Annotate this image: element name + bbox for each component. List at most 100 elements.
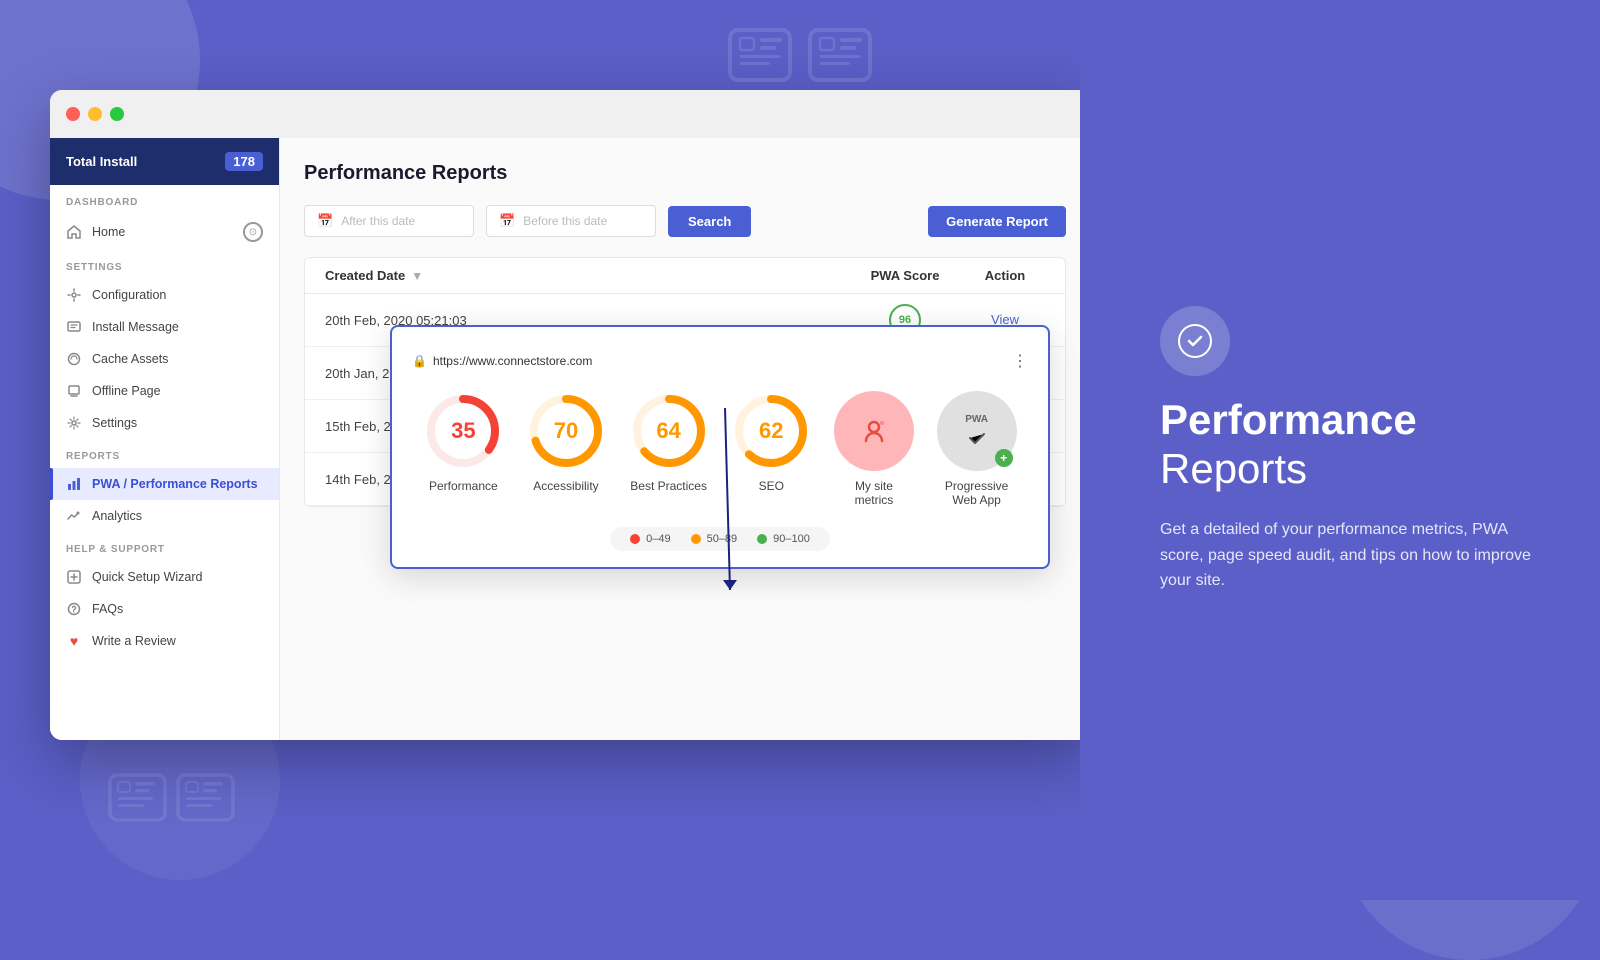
window-maximize-dot[interactable] <box>110 107 124 121</box>
best-practices-label: Best Practices <box>630 479 707 493</box>
settings-icon <box>66 415 82 431</box>
popup-url-text: https://www.connectstore.com <box>433 354 592 368</box>
performance-circle: 35 <box>423 391 503 471</box>
faq-icon <box>66 601 82 617</box>
popup-menu-dots[interactable]: ⋮ <box>1012 351 1028 371</box>
score-item-performance: 35 Performance <box>423 391 503 493</box>
performance-score: 35 <box>451 418 475 444</box>
sidebar-item-pwa-reports[interactable]: PWA / Performance Reports <box>50 468 279 500</box>
col-header-pwa: PWA Score <box>845 268 965 283</box>
calendar-icon-after: 📅 <box>317 213 333 229</box>
pwa-plus-icon: + <box>995 449 1013 467</box>
scores-row: 35 Performance 70 <box>412 391 1028 507</box>
sidebar-item-configuration[interactable]: Configuration <box>50 279 279 311</box>
before-date-input[interactable]: 📅 Before this date <box>486 205 656 237</box>
sort-icon[interactable]: ▼ <box>411 269 423 283</box>
calendar-icon-before: 📅 <box>499 213 515 229</box>
seo-circle: 62 <box>731 391 811 471</box>
section-dashboard: DASHBOARD <box>50 185 279 214</box>
site-metrics-icon <box>834 391 914 471</box>
score-item-pwa: PWA + ProgressiveWeb App <box>937 391 1017 507</box>
score-item-site-metrics: My sitemetrics <box>834 391 914 507</box>
bg-decorative-icon-bottom <box>100 765 240 860</box>
section-reports: REPORTS <box>50 439 279 468</box>
sidebar-item-install-message[interactable]: Install Message <box>50 311 279 343</box>
analytics-icon <box>66 508 82 524</box>
sidebar-total-install: Total Install 178 <box>50 138 279 185</box>
config-icon <box>66 287 82 303</box>
cache-icon <box>66 351 82 367</box>
home-indicator: ⊙ <box>243 222 263 242</box>
table-header: Created Date ▼ PWA Score Action <box>305 258 1065 294</box>
sidebar-item-offline-page[interactable]: Offline Page <box>50 375 279 407</box>
right-panel-description: Get a detailed of your performance metri… <box>1160 517 1540 594</box>
popup-url: 🔒 https://www.connectstore.com <box>412 354 592 368</box>
sidebar-item-home[interactable]: Home ⊙ <box>50 214 279 250</box>
popup-url-bar: 🔒 https://www.connectstore.com ⋮ <box>412 351 1028 371</box>
offline-page-label: Offline Page <box>92 384 161 398</box>
window-close-dot[interactable] <box>66 107 80 121</box>
chart-icon <box>66 476 82 492</box>
faqs-label: FAQs <box>92 602 123 616</box>
lock-icon: 🔒 <box>412 354 427 368</box>
browser-chrome <box>50 90 1090 138</box>
sidebar-item-quick-setup[interactable]: Quick Setup Wizard <box>50 561 279 593</box>
best-practices-circle: 64 <box>629 391 709 471</box>
browser-window: Total Install 178 DASHBOARD Home ⊙ SETTI… <box>50 90 1090 740</box>
total-install-label: Total Install <box>66 154 137 169</box>
accessibility-score: 70 <box>554 418 578 444</box>
settings-label: Settings <box>92 416 137 430</box>
accessibility-label: Accessibility <box>533 479 598 493</box>
cache-assets-label: Cache Assets <box>92 352 168 366</box>
page-title: Performance Reports <box>304 162 1066 185</box>
sidebar: Total Install 178 DASHBOARD Home ⊙ SETTI… <box>50 138 280 740</box>
configuration-label: Configuration <box>92 288 166 302</box>
col-header-action: Action <box>965 268 1045 283</box>
pwa-icon-text: PWA <box>965 414 988 425</box>
score-item-best-practices: 64 Best Practices <box>629 391 709 493</box>
heart-icon: ♥ <box>66 633 82 649</box>
sidebar-item-analytics[interactable]: Analytics <box>50 500 279 532</box>
search-button[interactable]: Search <box>668 206 751 237</box>
generate-report-button[interactable]: Generate Report <box>928 206 1066 237</box>
seo-label: SEO <box>759 479 784 493</box>
browser-body: Total Install 178 DASHBOARD Home ⊙ SETTI… <box>50 138 1090 740</box>
pwa-reports-label: PWA / Performance Reports <box>92 477 258 491</box>
sidebar-item-settings[interactable]: Settings <box>50 407 279 439</box>
window-minimize-dot[interactable] <box>88 107 102 121</box>
install-message-label: Install Message <box>92 320 179 334</box>
main-content: Performance Reports 📅 After this date 📅 … <box>280 138 1090 740</box>
sidebar-item-faqs[interactable]: FAQs <box>50 593 279 625</box>
pwa-label: ProgressiveWeb App <box>945 479 1008 507</box>
title-bold: Performance <box>1160 396 1417 443</box>
seo-score: 62 <box>759 418 783 444</box>
total-install-count: 178 <box>225 152 263 171</box>
report-table: Created Date ▼ PWA Score Action 20th Feb… <box>304 257 1066 507</box>
best-practices-score: 64 <box>656 418 680 444</box>
score-item-accessibility: 70 Accessibility <box>526 391 606 493</box>
section-settings: SETTINGS <box>50 250 279 279</box>
home-label: Home <box>92 225 125 239</box>
score-item-seo: 62 SEO <box>731 391 811 493</box>
right-panel-icon-circle <box>1160 306 1230 376</box>
filter-bar: 📅 After this date 📅 Before this date Sea… <box>304 205 1066 237</box>
title-normal: Reports <box>1160 445 1307 492</box>
popup-card: 🔒 https://www.connectstore.com ⋮ <box>390 325 1050 507</box>
pwa-circle-wrap: PWA + <box>937 391 1017 471</box>
sidebar-item-write-review[interactable]: ♥ Write a Review <box>50 625 279 657</box>
offline-icon <box>66 383 82 399</box>
before-date-placeholder: Before this date <box>523 214 607 228</box>
performance-label: Performance <box>429 479 498 493</box>
accessibility-circle: 70 <box>526 391 606 471</box>
right-panel: Performance Reports Get a detailed of yo… <box>1080 0 1600 900</box>
write-review-label: Write a Review <box>92 634 176 648</box>
sidebar-item-cache-assets[interactable]: Cache Assets <box>50 343 279 375</box>
message-icon <box>66 319 82 335</box>
setup-icon <box>66 569 82 585</box>
site-metrics-label: My sitemetrics <box>855 479 894 507</box>
after-date-placeholder: After this date <box>341 214 415 228</box>
section-help: HELP & SUPPORT <box>50 532 279 561</box>
col-header-date: Created Date ▼ <box>325 268 845 283</box>
home-icon <box>66 224 82 240</box>
after-date-input[interactable]: 📅 After this date <box>304 205 474 237</box>
